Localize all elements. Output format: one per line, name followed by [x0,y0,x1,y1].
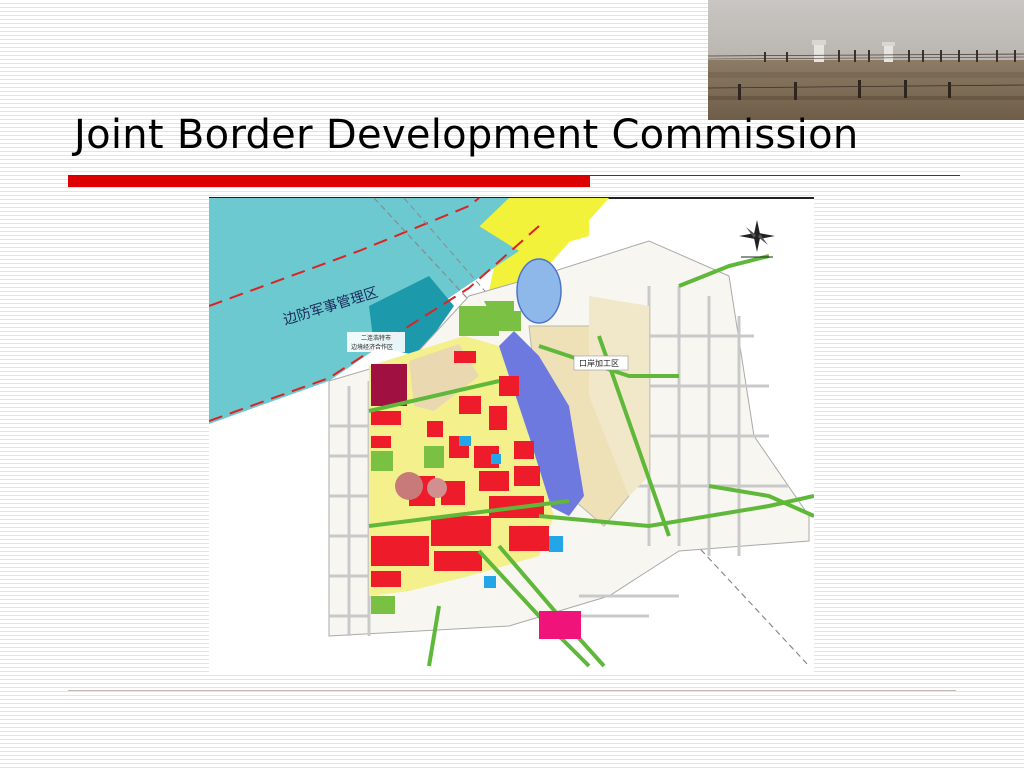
slide-title: Joint Border Development Commission [74,112,859,158]
processing-zone-label: 口岸加工区 [579,358,619,368]
title-accent-bar [68,176,590,187]
compass-rose-icon [739,220,775,258]
cooperation-zone-label-2: 边境经济合作区 [351,343,393,351]
industrial-block [539,611,581,639]
lake-water [516,258,562,324]
footer-divider-line [68,690,956,691]
border-landscape-photo [708,0,1024,120]
cooperation-zone-label-1: 二连浩特市 [361,334,391,342]
border-fence-photo [708,0,1024,120]
urban-planning-map: 边防军事管理区 二连浩特市 边境经济合作区 口岸加工区 [209,196,814,674]
